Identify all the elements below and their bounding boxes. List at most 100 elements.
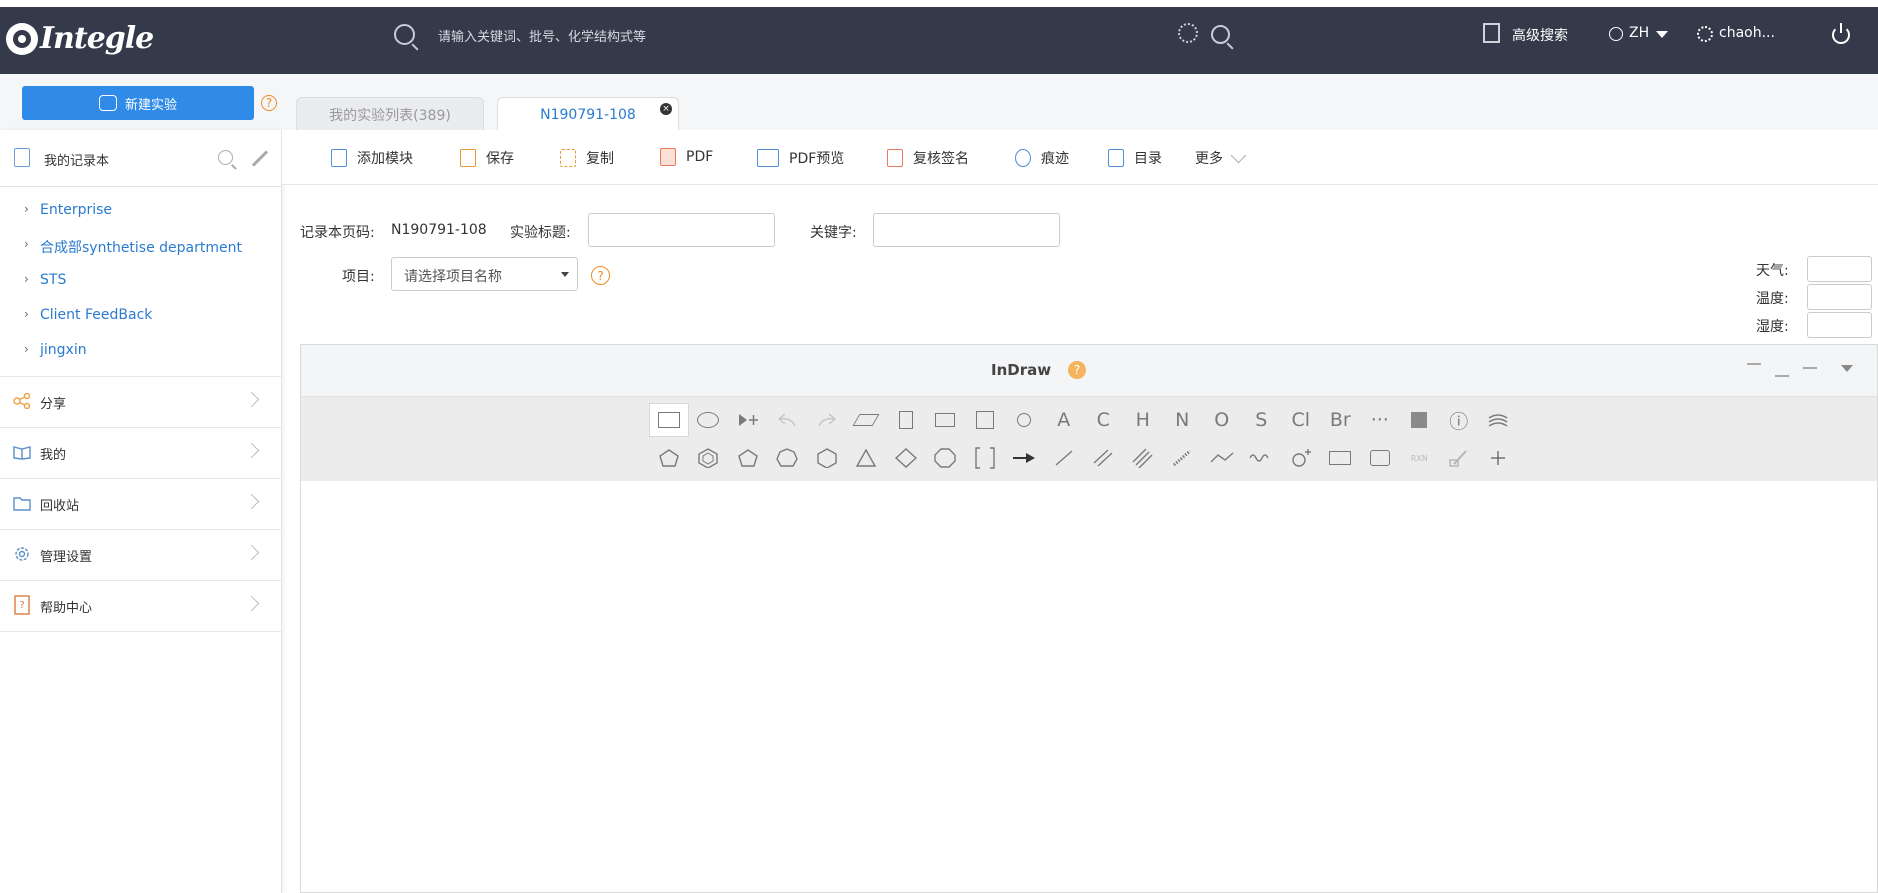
review-sign-button[interactable]: 复核签名 xyxy=(887,148,969,168)
charge-tool[interactable] xyxy=(1281,441,1321,475)
pdf-button[interactable]: PDF xyxy=(660,148,713,166)
help-icon[interactable]: ? xyxy=(1068,361,1086,379)
toc-button[interactable]: 目录 xyxy=(1108,148,1162,168)
pin-top-icon[interactable] xyxy=(1747,363,1761,377)
gear-icon[interactable] xyxy=(1697,26,1713,42)
language-selector[interactable]: ZH xyxy=(1629,25,1649,41)
chevron-right-icon[interactable]: › xyxy=(24,307,29,321)
triangle-tool[interactable] xyxy=(847,441,887,475)
tree-item-sts[interactable]: › STS xyxy=(0,263,281,298)
clean-tool[interactable] xyxy=(1439,441,1479,475)
new-experiment-button[interactable]: 新建实验 xyxy=(22,86,254,120)
camera-tool[interactable] xyxy=(1360,441,1400,475)
search-icon[interactable] xyxy=(394,24,415,45)
caret-down-icon[interactable] xyxy=(1656,31,1668,38)
weather-input[interactable] xyxy=(1807,256,1872,282)
tab-experiment-list[interactable]: 我的实验列表(389) xyxy=(296,97,484,131)
chevron-right-icon[interactable]: › xyxy=(24,237,29,251)
bracket-tool[interactable] xyxy=(965,441,1005,475)
rxn-tool[interactable]: RXN xyxy=(1400,441,1440,475)
search-icon[interactable] xyxy=(218,150,233,165)
sidebar-item-share[interactable]: 分享 xyxy=(0,377,281,428)
logo[interactable]: Integle xyxy=(6,21,154,56)
pan-tool[interactable] xyxy=(1479,441,1519,475)
lasso-tool[interactable] xyxy=(689,403,729,437)
hexagon-tool[interactable] xyxy=(807,441,847,475)
hashed-bond-tool[interactable] xyxy=(1163,441,1203,475)
tree-item-synthesis[interactable]: › 合成部synthetise department xyxy=(0,228,281,263)
keyword-input[interactable] xyxy=(873,213,1060,247)
heptagon-tool[interactable] xyxy=(768,441,808,475)
chevron-right-icon[interactable]: › xyxy=(24,202,29,216)
rectangle-tool[interactable] xyxy=(1321,441,1361,475)
chevron-right-icon[interactable]: › xyxy=(24,342,29,356)
globe-icon[interactable] xyxy=(1609,27,1623,41)
benzene-tool[interactable] xyxy=(689,441,729,475)
octagon-tool[interactable] xyxy=(926,441,966,475)
advanced-search-icon[interactable] xyxy=(1483,23,1500,43)
save-button[interactable]: 保存 xyxy=(460,148,514,168)
atom-c-tool[interactable]: C xyxy=(1084,403,1124,437)
title-input[interactable] xyxy=(588,213,775,247)
tree-item-client-feedback[interactable]: › Client FeedBack xyxy=(0,298,281,333)
pentagon-tool[interactable] xyxy=(649,441,689,475)
close-tab-icon[interactable]: × xyxy=(660,103,672,115)
minimize-icon[interactable] xyxy=(1803,367,1817,369)
move-tool[interactable] xyxy=(728,403,768,437)
collapse-icon[interactable] xyxy=(1841,365,1853,372)
atom-br-tool[interactable]: Br xyxy=(1321,403,1361,437)
single-bond-tool[interactable] xyxy=(1044,441,1084,475)
tree-item-jingxin[interactable]: › jingxin xyxy=(0,333,281,368)
power-icon[interactable] xyxy=(1832,23,1850,44)
tree-item-enterprise[interactable]: › Enterprise xyxy=(0,193,281,228)
project-select[interactable]: 请选择项目名称 xyxy=(391,257,578,291)
undo-tool[interactable] xyxy=(768,403,808,437)
sidebar-item-recycle-bin[interactable]: 回收站 xyxy=(0,479,281,530)
more-atoms-tool[interactable]: ··· xyxy=(1360,403,1400,437)
humidity-input[interactable] xyxy=(1807,312,1872,338)
global-search-input[interactable]: 请输入关键词、批号、化学结构式等 xyxy=(438,26,646,45)
double-bond-tool[interactable] xyxy=(1084,441,1124,475)
open-tool[interactable] xyxy=(926,403,966,437)
select-rect-tool[interactable] xyxy=(649,403,689,437)
trace-button[interactable]: 痕迹 xyxy=(1015,148,1069,168)
drawing-canvas[interactable] xyxy=(301,481,1877,891)
edit-icon[interactable] xyxy=(251,150,269,167)
more-menu[interactable]: 更多 xyxy=(1195,147,1247,168)
atom-o-tool[interactable]: O xyxy=(1202,403,1242,437)
help-icon[interactable]: ? xyxy=(261,95,277,111)
temperature-input[interactable] xyxy=(1807,284,1872,310)
atom-n-tool[interactable]: N xyxy=(1163,403,1203,437)
pdf-preview-button[interactable]: PDF预览 xyxy=(757,148,844,168)
search-submit-icon[interactable] xyxy=(1211,25,1230,44)
notebook-header[interactable]: 我的记录本 xyxy=(0,130,281,187)
user-menu[interactable]: chaoh... xyxy=(1719,25,1775,41)
add-module-button[interactable]: 添加模块 xyxy=(331,148,413,168)
chevron-right-icon[interactable]: › xyxy=(24,272,29,286)
info-tool[interactable]: ⓘ xyxy=(1439,403,1479,437)
chain-tool[interactable] xyxy=(1202,441,1242,475)
eraser-tool[interactable] xyxy=(847,403,887,437)
advanced-search-link[interactable]: 高级搜索 xyxy=(1512,25,1568,45)
tab-current-experiment[interactable]: N190791-108 × xyxy=(497,97,679,131)
pentagon-ring-tool[interactable] xyxy=(728,441,768,475)
pattern-tool[interactable] xyxy=(1479,403,1519,437)
arrow-tool[interactable] xyxy=(1005,441,1045,475)
square-ring-tool[interactable] xyxy=(886,441,926,475)
copy-button[interactable]: 复制 xyxy=(560,148,614,168)
delete-tool[interactable] xyxy=(886,403,926,437)
color-fill-tool[interactable] xyxy=(1400,403,1440,437)
atom-h-tool[interactable]: H xyxy=(1123,403,1163,437)
redo-tool[interactable] xyxy=(807,403,847,437)
save-tool[interactable] xyxy=(965,403,1005,437)
wavy-bond-tool[interactable] xyxy=(1242,441,1282,475)
atom-cl-tool[interactable]: Cl xyxy=(1281,403,1321,437)
atom-a-tool[interactable]: A xyxy=(1044,403,1084,437)
sidebar-item-help-center[interactable]: ? 帮助中心 xyxy=(0,581,281,632)
help-icon[interactable]: ? xyxy=(591,266,610,285)
structure-search-icon[interactable] xyxy=(1178,23,1198,43)
zoom-tool[interactable] xyxy=(1005,403,1045,437)
download-icon[interactable] xyxy=(1775,363,1789,377)
sidebar-item-mine[interactable]: 我的 xyxy=(0,428,281,479)
triple-bond-tool[interactable] xyxy=(1123,441,1163,475)
